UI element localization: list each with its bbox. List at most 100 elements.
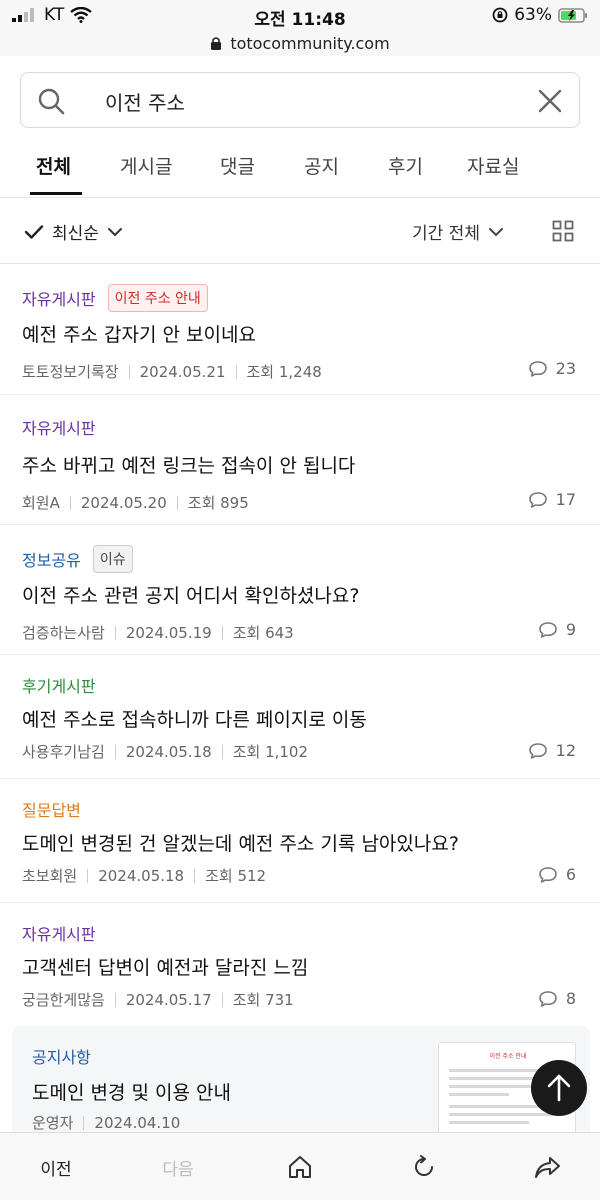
post-date: 2024.05.20 xyxy=(80,493,167,512)
post-category[interactable]: 후기게시판 xyxy=(22,673,96,697)
notice-author: 운영자 xyxy=(32,1114,74,1132)
post-views: 조회 643 xyxy=(232,624,294,642)
post-info: 검증하는사람 2024.05.19 조회 643 xyxy=(22,622,294,643)
post-info: 초보회원 2024.05.18 조회 512 xyxy=(22,865,266,886)
comment-icon xyxy=(528,491,547,508)
list-item[interactable]: 자유게시판 고객센터 답변이 예전과 달라진 느낌 궁금한게많음 2024.05… xyxy=(0,903,600,1026)
lock-icon xyxy=(211,36,222,50)
post-views: 조회 1,248 xyxy=(246,363,322,381)
post-meta: 후기게시판 xyxy=(22,673,96,697)
post-info: 사용후기남김 2024.05.18 조회 1,102 xyxy=(22,741,308,762)
post-views: 조회 512 xyxy=(205,867,267,885)
post-meta: 자유게시판 xyxy=(22,921,96,945)
tab-reviews[interactable]: 후기 xyxy=(388,152,423,179)
home-icon xyxy=(289,1156,311,1178)
arrow-up-icon xyxy=(547,1074,571,1102)
post-meta: 질문답변 xyxy=(22,797,81,821)
url-text: totocommunity.com xyxy=(230,33,390,53)
status-bar: KT 오전 11:48 63% xyxy=(0,0,600,30)
reload-button[interactable] xyxy=(398,1133,450,1200)
list-item[interactable]: 자유게시판 주소 바뀌고 예전 링크는 접속이 안 됩니다 회원A 2024.0… xyxy=(0,395,600,525)
post-title[interactable]: 예전 주소 갑자기 안 보이네요 xyxy=(22,320,256,347)
post-title[interactable]: 주소 바뀌고 예전 링크는 접속이 안 됩니다 xyxy=(22,451,355,478)
post-category[interactable]: 자유게시판 xyxy=(22,921,96,945)
post-badge: 이전 주소 안내 xyxy=(107,284,208,312)
battery-charging-icon xyxy=(558,7,587,23)
scroll-top-button[interactable] xyxy=(531,1060,587,1116)
post-author: 회원A xyxy=(22,494,60,512)
comment-icon xyxy=(528,360,547,377)
search-box[interactable]: 이전 주소 xyxy=(20,72,580,128)
post-meta: 정보공유 이슈 xyxy=(22,545,133,573)
post-title[interactable]: 이전 주소 관련 공지 어디서 확인하셨나요? xyxy=(22,581,359,608)
tab-all[interactable]: 전체 xyxy=(36,152,71,179)
search-input[interactable]: 이전 주소 xyxy=(105,87,185,116)
search-icon xyxy=(38,88,65,115)
tab-posts[interactable]: 게시글 xyxy=(120,152,172,179)
prev-button[interactable]: 이전 xyxy=(20,1133,92,1200)
next-button[interactable]: 다음 xyxy=(142,1133,214,1200)
list-item[interactable]: 정보공유 이슈 이전 주소 관련 공지 어디서 확인하셨나요? 검증하는사람 2… xyxy=(0,525,600,655)
comment-count: 8 xyxy=(538,989,576,1008)
post-author: 검증하는사람 xyxy=(22,624,105,642)
post-date: 2024.05.17 xyxy=(125,990,212,1009)
post-date: 2024.05.18 xyxy=(98,866,185,885)
tab-comments[interactable]: 댓글 xyxy=(220,152,255,179)
post-author: 궁금한게많음 xyxy=(22,991,105,1009)
bottom-toolbar: 이전 다음 xyxy=(0,1132,600,1200)
post-info: 회원A 2024.05.20 조회 895 xyxy=(22,492,249,513)
post-date: 2024.05.18 xyxy=(125,742,212,761)
battery-percent: 63% xyxy=(514,5,552,25)
post-views: 조회 895 xyxy=(187,494,249,512)
check-icon xyxy=(24,224,44,239)
post-category[interactable]: 자유게시판 xyxy=(22,415,96,439)
comment-icon xyxy=(528,742,547,759)
comment-count: 9 xyxy=(538,620,576,639)
comment-count: 23 xyxy=(528,359,576,378)
chevron-down-icon xyxy=(488,227,503,236)
post-meta: 자유게시판 이전 주소 안내 xyxy=(22,284,208,312)
notice-info: 운영자 2024.04.10 xyxy=(32,1112,180,1133)
home-button[interactable] xyxy=(274,1133,326,1200)
post-title[interactable]: 예전 주소로 접속하니까 다른 페이지로 이동 xyxy=(22,705,367,732)
status-right: 63% xyxy=(492,5,588,25)
post-category[interactable]: 질문답변 xyxy=(22,797,81,821)
result-tabs: 전체 게시글 댓글 공지 후기 자료실 xyxy=(0,140,600,198)
post-category[interactable]: 정보공유 xyxy=(22,547,81,571)
close-icon[interactable] xyxy=(537,88,563,114)
post-info: 궁금한게많음 2024.05.17 조회 731 xyxy=(22,989,294,1010)
notice-title[interactable]: 도메인 변경 및 이용 안내 xyxy=(32,1078,231,1105)
post-info: 토토정보기록장 2024.05.21 조회 1,248 xyxy=(22,361,322,382)
post-date: 2024.05.21 xyxy=(139,362,226,381)
comment-icon xyxy=(539,990,557,1007)
grid-view-icon[interactable] xyxy=(552,220,574,242)
sort-label: 최신순 xyxy=(52,224,99,244)
filter-row: 최신순 기간 전체 xyxy=(0,199,600,264)
post-meta: 자유게시판 xyxy=(22,415,96,439)
comment-count: 17 xyxy=(528,490,576,509)
list-item[interactable]: 질문답변 도메인 변경된 건 알겠는데 예전 주소 기록 남아있나요? 초보회원… xyxy=(0,779,600,903)
post-title[interactable]: 고객센터 답변이 예전과 달라진 느낌 xyxy=(22,953,308,980)
notice-date: 2024.04.10 xyxy=(94,1113,181,1132)
browser-url-bar[interactable]: totocommunity.com xyxy=(0,30,600,56)
share-button[interactable] xyxy=(522,1133,574,1200)
post-author: 토토정보기록장 xyxy=(22,363,119,381)
comment-count: 6 xyxy=(538,865,576,884)
period-dropdown[interactable]: 기간 전체 xyxy=(412,219,504,244)
comment-icon xyxy=(539,621,557,638)
chevron-down-icon xyxy=(107,227,122,236)
active-tab-indicator xyxy=(30,192,82,195)
sort-dropdown[interactable]: 최신순 xyxy=(24,219,123,244)
post-date: 2024.05.19 xyxy=(125,623,212,642)
list-item[interactable]: 후기게시판 예전 주소로 접속하니까 다른 페이지로 이동 사용후기남김 202… xyxy=(0,655,600,779)
list-item[interactable]: 자유게시판 이전 주소 안내 예전 주소 갑자기 안 보이네요 토토정보기록장 … xyxy=(0,264,600,395)
tab-notice[interactable]: 공지 xyxy=(304,152,339,179)
comment-icon xyxy=(539,866,557,883)
post-badge: 이슈 xyxy=(92,545,133,573)
post-author: 초보회원 xyxy=(22,867,78,885)
tab-archive[interactable]: 자료실 xyxy=(467,152,519,179)
post-views: 조회 1,102 xyxy=(232,743,309,761)
notice-category[interactable]: 공지사항 xyxy=(32,1044,91,1068)
post-category[interactable]: 자유게시판 xyxy=(22,286,96,310)
post-title[interactable]: 도메인 변경된 건 알겠는데 예전 주소 기록 남아있나요? xyxy=(22,829,459,856)
